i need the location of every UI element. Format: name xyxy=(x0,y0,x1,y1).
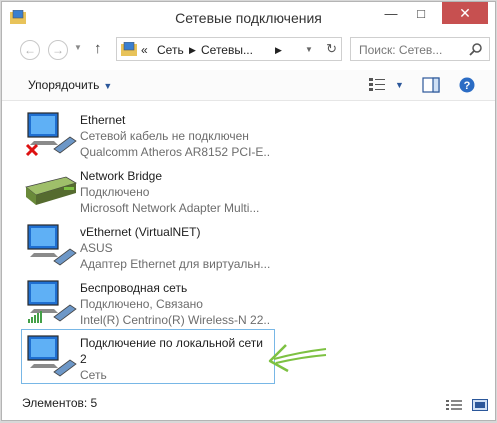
vethernet-icon xyxy=(27,224,77,266)
connection-item-vethernet[interactable]: vEthernet (VirtualNET) ASUS Адаптер Ethe… xyxy=(22,219,272,271)
address-bar[interactable]: « Сеть ▶ Сетевы... ▶ ▼ ↻ xyxy=(116,37,342,61)
connection-name: Подключение по локальной сети xyxy=(80,336,263,350)
connection-item-network-bridge[interactable]: Network Bridge Подключено Microsoft Netw… xyxy=(22,163,272,215)
connection-status: Сеть xyxy=(80,368,107,382)
chevron-down-icon: ▼ xyxy=(103,81,113,91)
search-icon[interactable] xyxy=(469,42,483,56)
connection-item-ethernet[interactable]: Ethernet Сетевой кабель не подключен Qua… xyxy=(22,107,272,159)
details-view-icon[interactable] xyxy=(446,399,462,411)
forward-button[interactable]: → xyxy=(48,40,68,60)
connection-adapter: Адаптер Ethernet для виртуальн... xyxy=(80,257,270,271)
connection-adapter: Microsoft Network Adapter Multi... xyxy=(80,201,260,215)
connection-name: vEthernet (VirtualNET) xyxy=(80,225,201,239)
help-icon[interactable]: ? xyxy=(459,77,475,93)
breadcrumb-separator-icon[interactable]: ▶ xyxy=(189,45,196,56)
connection-status: Подключено, Связано xyxy=(80,297,203,311)
connection-text: Беспроводная сеть Подключено, Связано In… xyxy=(80,280,270,328)
annotation-arrow-icon xyxy=(268,344,327,373)
refresh-icon[interactable]: ↻ xyxy=(326,41,337,57)
back-button[interactable]: ← xyxy=(20,40,40,60)
connection-adapter: Intel(R) Centrino(R) Wireless-N 22... xyxy=(80,313,270,327)
svg-text:?: ? xyxy=(464,80,471,92)
connection-text: Подключение по локальной сети 2 Сеть xyxy=(80,335,270,383)
navigation-bar: ← → ▼ ↑ « Сеть ▶ Сетевы... ▶ ▼ ↻ Поиск: … xyxy=(12,37,490,63)
connection-item-lan-2[interactable]: Подключение по локальной сети 2 Сеть xyxy=(21,329,275,384)
connection-name: Network Bridge xyxy=(80,169,163,183)
search-placeholder: Поиск: Сетев... xyxy=(359,43,443,57)
wireless-icon xyxy=(27,280,77,323)
maximize-button[interactable]: □ xyxy=(406,2,436,24)
recent-locations-chevron-icon[interactable]: ▼ xyxy=(74,43,82,52)
change-view-icon[interactable] xyxy=(368,77,386,91)
title-bar: Сетевые подключения — □ ✕ xyxy=(2,2,495,34)
connection-status: Подключено xyxy=(80,185,150,199)
organize-button[interactable]: Упорядочить ▼ xyxy=(28,78,112,92)
close-button[interactable]: ✕ xyxy=(442,2,488,24)
breadcrumb-item[interactable]: Сетевы... xyxy=(201,43,253,57)
connection-text: Ethernet Сетевой кабель не подключен Qua… xyxy=(80,112,270,160)
network-bridge-icon xyxy=(25,176,77,205)
ethernet-disconnected-icon xyxy=(25,112,77,157)
up-button[interactable]: ↑ xyxy=(94,40,102,57)
lan-connection-icon xyxy=(27,335,77,377)
command-bar: Упорядочить ▼ ▼ ? xyxy=(2,70,495,101)
window: Сетевые подключения — □ ✕ ← → ▼ ↑ « Сеть… xyxy=(1,1,496,421)
connection-item-wireless[interactable]: Беспроводная сеть Подключено, Связано In… xyxy=(22,275,272,327)
search-input[interactable]: Поиск: Сетев... xyxy=(350,37,490,61)
connection-name: Ethernet xyxy=(80,113,126,127)
preview-pane-icon[interactable] xyxy=(422,77,440,93)
address-dropdown-icon[interactable]: ▼ xyxy=(305,45,313,54)
view-options-chevron-icon[interactable]: ▼ xyxy=(395,80,404,90)
connection-name-line2: 2 xyxy=(80,352,87,366)
network-folder-icon xyxy=(121,42,137,56)
breadcrumb-separator-icon[interactable]: ▶ xyxy=(275,45,282,56)
connection-adapter: Qualcomm Atheros AR8152 PCI-E... xyxy=(80,145,270,159)
connection-text: Network Bridge Подключено Microsoft Netw… xyxy=(80,168,270,216)
minimize-button[interactable]: — xyxy=(376,2,406,24)
connection-status: ASUS xyxy=(80,241,113,255)
connection-name: Беспроводная сеть xyxy=(80,281,188,295)
large-icons-view-icon[interactable] xyxy=(472,399,489,411)
statusbar-view-switch xyxy=(446,398,489,416)
connections-list: Ethernet Сетевой кабель не подключен Qua… xyxy=(2,101,495,386)
breadcrumb-overflow[interactable]: « xyxy=(141,43,148,57)
organize-label: Упорядочить xyxy=(28,78,100,92)
items-count: Элементов: 5 xyxy=(22,396,98,410)
connection-status: Сетевой кабель не подключен xyxy=(80,129,249,143)
connection-text: vEthernet (VirtualNET) ASUS Адаптер Ethe… xyxy=(80,224,270,272)
breadcrumb-item[interactable]: Сеть xyxy=(157,43,184,57)
